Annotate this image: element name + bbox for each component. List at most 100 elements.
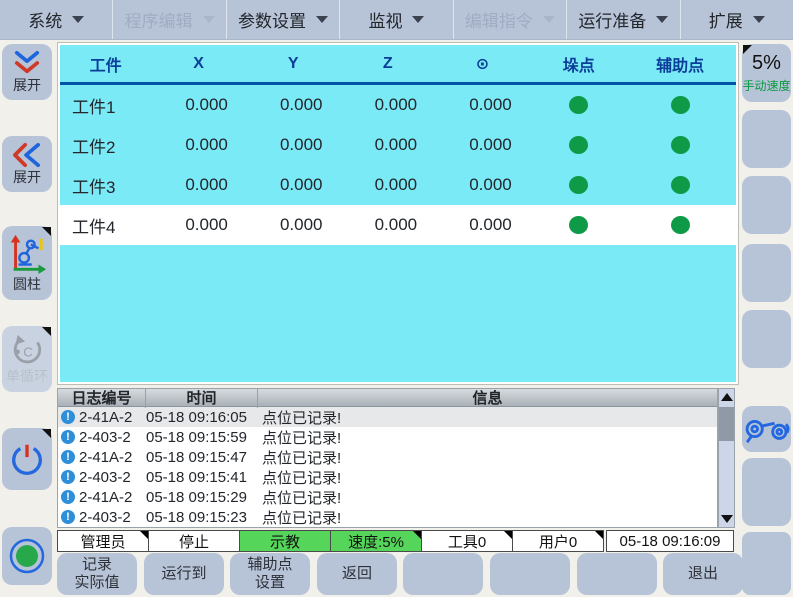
robot-axes-icon xyxy=(6,233,48,275)
menu-extend-label: 扩展 xyxy=(709,7,743,32)
log-code: 2-403-2 xyxy=(79,429,131,446)
user-role-box[interactable]: 管理员 xyxy=(57,530,149,552)
log-row[interactable]: 2-403-2 05-18 09:15:41 点位已记录! xyxy=(58,467,717,487)
corner-mark-icon xyxy=(413,531,421,539)
workpiece-y: 0.000 xyxy=(246,135,341,155)
chevron-down-icon xyxy=(753,16,765,23)
menu-bar: 系统 程序编辑 参数设置 监视 编辑指令 运行准备 扩展 xyxy=(0,0,793,40)
table-row[interactable]: 工件2 0.000 0.000 0.000 0.000 xyxy=(60,125,736,165)
aux-point-cell xyxy=(628,176,733,194)
table-row[interactable]: 工件1 0.000 0.000 0.000 0.000 xyxy=(60,85,736,125)
log-row[interactable]: 2-403-2 05-18 09:15:59 点位已记录! xyxy=(58,427,717,447)
chevron-down-icon xyxy=(316,16,328,23)
soft-key-empty[interactable] xyxy=(742,310,791,368)
log-col-time: 时间 xyxy=(146,388,258,408)
menu-program-edit: 程序编辑 xyxy=(113,0,226,39)
speed-box[interactable]: 速度:5% xyxy=(330,530,422,552)
menu-run-prepare[interactable]: 运行准备 xyxy=(567,0,680,39)
workpiece-y: 0.000 xyxy=(246,175,341,195)
col-header-rotation: ⊙ xyxy=(435,54,530,74)
workpiece-x: 0.000 xyxy=(151,175,246,195)
user-frame-box[interactable]: 用户0 xyxy=(512,530,604,552)
scroll-up-button[interactable] xyxy=(719,389,734,405)
info-icon xyxy=(61,430,75,444)
scrollbar-thumb[interactable] xyxy=(719,407,734,441)
tool-box[interactable]: 工具0 xyxy=(421,530,513,552)
col-header-x: X xyxy=(151,55,246,73)
scroll-down-button[interactable] xyxy=(719,511,734,527)
chevron-down-icon xyxy=(656,16,668,23)
menu-run-prepare-label: 运行准备 xyxy=(578,7,646,32)
col-header-workpiece: 工件 xyxy=(60,52,151,76)
aux-point-settings-button[interactable]: 辅助点 设置 xyxy=(230,553,310,595)
menu-parameter-settings[interactable]: 参数设置 xyxy=(227,0,340,39)
cylinder-coord-label: 圆柱 xyxy=(13,277,41,292)
log-code: 2-41A-2 xyxy=(79,449,132,466)
info-icon xyxy=(61,510,75,524)
manual-speed-button[interactable]: 5% 手动速度 xyxy=(742,44,791,102)
log-message: 点位已记录! xyxy=(258,487,717,508)
workpiece-name: 工件4 xyxy=(60,213,151,238)
menu-extend[interactable]: 扩展 xyxy=(681,0,793,39)
jog-robot-button[interactable] xyxy=(742,406,791,452)
log-time: 05-18 09:15:29 xyxy=(146,489,258,506)
servo-status-button[interactable] xyxy=(2,527,52,585)
corner-mark-icon xyxy=(42,429,51,438)
soft-key-empty[interactable] xyxy=(403,553,483,595)
aux-point-indicator xyxy=(671,216,690,234)
soft-key-empty[interactable] xyxy=(577,553,657,595)
log-message: 点位已记录! xyxy=(258,427,717,448)
menu-edit-instruction-label: 编辑指令 xyxy=(465,7,533,32)
exit-button[interactable]: 退出 xyxy=(663,553,743,595)
col-header-stack-point: 垛点 xyxy=(530,52,628,76)
record-actual-value-button[interactable]: 记录 实际值 xyxy=(57,553,137,595)
soft-key-empty[interactable] xyxy=(742,176,791,234)
workpiece-z: 0.000 xyxy=(341,175,436,195)
tool-label: 工具0 xyxy=(448,531,486,552)
mode-box[interactable]: 示教 xyxy=(239,530,331,552)
col-header-y: Y xyxy=(246,55,341,73)
log-time: 05-18 09:16:05 xyxy=(146,409,258,426)
user-role-label: 管理员 xyxy=(80,531,125,552)
soft-key-empty[interactable] xyxy=(742,458,791,526)
table-row-selected[interactable]: 工件4 0.000 0.000 0.000 0.000 xyxy=(60,205,736,245)
log-scrollbar[interactable] xyxy=(718,388,735,528)
button-label: 记录 xyxy=(82,557,112,574)
table-row[interactable]: 工件3 0.000 0.000 0.000 0.000 xyxy=(60,165,736,205)
manual-speed-value: 5% xyxy=(752,52,781,75)
soft-key-empty[interactable] xyxy=(742,532,791,595)
power-icon xyxy=(8,440,46,478)
aux-point-indicator xyxy=(671,96,690,114)
corner-mark-icon xyxy=(743,45,752,54)
cylinder-coord-button[interactable]: 圆柱 xyxy=(2,226,52,300)
expand-down-button[interactable]: 展开 xyxy=(2,44,52,100)
robot-arm-icon xyxy=(744,411,790,447)
soft-key-empty[interactable] xyxy=(742,244,791,302)
workpiece-table-header: 工件 X Y Z ⊙ 垛点 辅助点 xyxy=(60,45,736,85)
log-row[interactable]: 2-41A-2 05-18 09:15:29 点位已记录! xyxy=(58,487,717,507)
workpiece-x: 0.000 xyxy=(151,215,246,235)
aux-point-cell xyxy=(628,96,733,114)
run-state-box[interactable]: 停止 xyxy=(148,530,240,552)
back-button[interactable]: 返回 xyxy=(317,553,397,595)
info-icon xyxy=(61,450,75,464)
workpiece-z: 0.000 xyxy=(341,215,436,235)
soft-key-empty[interactable] xyxy=(742,110,791,168)
expand-left-button[interactable]: 展开 xyxy=(2,136,52,192)
soft-key-empty[interactable] xyxy=(490,553,570,595)
stack-point-indicator xyxy=(569,176,588,194)
menu-program-edit-label: 程序编辑 xyxy=(125,7,193,32)
run-to-button[interactable]: 运行到 xyxy=(144,553,224,595)
log-time: 05-18 09:15:41 xyxy=(146,469,258,486)
menu-system[interactable]: 系统 xyxy=(0,0,113,39)
log-row[interactable]: 2-41A-2 05-18 09:15:47 点位已记录! xyxy=(58,447,717,467)
log-col-message: 信息 xyxy=(258,388,717,408)
stack-point-cell xyxy=(530,136,628,154)
menu-monitor[interactable]: 监视 xyxy=(340,0,453,39)
single-cycle-button: C 单循环 xyxy=(2,326,52,392)
log-row[interactable]: 2-41A-2 05-18 09:16:05 点位已记录! xyxy=(58,407,717,427)
log-row[interactable]: 2-41A-2 05-18 09:15:17 点位已记录! xyxy=(58,527,717,528)
power-button[interactable] xyxy=(2,428,52,490)
log-row[interactable]: 2-403-2 05-18 09:15:23 点位已记录! xyxy=(58,507,717,527)
expand-left-label: 展开 xyxy=(13,170,41,185)
